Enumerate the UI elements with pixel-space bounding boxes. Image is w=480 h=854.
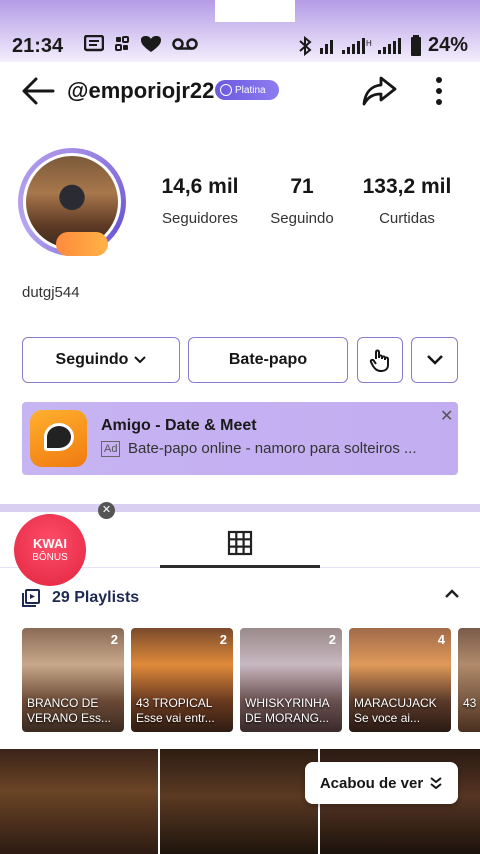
profile-username: dutgj544 [22, 284, 80, 301]
playlist-card[interactable]: 2 BRANCO DE VERANO Ess... [22, 628, 124, 732]
following-button[interactable]: Seguindo [22, 337, 180, 383]
chevron-down-icon [134, 356, 147, 364]
playlist-video-count: 2 [328, 632, 336, 647]
following-button-label: Seguindo [55, 351, 129, 368]
ad-title: Amigo - Date & Meet [101, 417, 257, 434]
playlist-icon [22, 589, 40, 607]
ad-description: Bate-papo online - namoro para solteiros… [128, 440, 417, 457]
playlist-title: BRANCO DE VERANO Ess... [27, 696, 112, 725]
profile-handle: @emporiojr22 [67, 78, 215, 103]
settings-app-icon [115, 36, 129, 51]
playlist-title: MARACUJACK Se voce ai... [354, 696, 437, 725]
kwai-bonus-line1: KWAI [33, 536, 67, 551]
video-thumbnail[interactable] [0, 749, 158, 854]
following-count: 71 [290, 175, 314, 198]
stat-followers[interactable]: 14,6 mil Seguidores [152, 175, 248, 227]
likes-label: Curtidas [379, 210, 435, 227]
status-notification-icons [84, 35, 198, 53]
playlist-card[interactable]: 43 SC [458, 628, 480, 732]
bluetooth-icon [299, 35, 312, 56]
chat-button[interactable]: Bate-papo [188, 337, 348, 383]
likes-count: 133,2 mil [362, 175, 452, 198]
heart-app-icon [141, 36, 161, 52]
back-arrow-icon [22, 77, 55, 105]
recently-watched-label: Acabou de ver [319, 774, 424, 792]
playlist-title: 43 TROPICAL Esse vai entr... [136, 696, 215, 725]
svg-text:H: H [366, 39, 372, 48]
ad-tag: Ad [101, 441, 121, 457]
signal-icon [377, 37, 401, 54]
platinum-badge[interactable]: Platina [215, 80, 279, 100]
tab-videos-grid[interactable] [160, 520, 320, 568]
battery-icon [410, 34, 421, 56]
kwai-bonus-line2: BÔNUS [32, 552, 68, 563]
share-button[interactable] [361, 74, 397, 108]
signal-icon: H [341, 37, 372, 54]
following-label: Seguindo [270, 210, 334, 227]
recently-watched-button[interactable]: Acabou de ver [305, 762, 458, 804]
battery-percent: 24% [427, 34, 468, 56]
stat-following[interactable]: 71 Seguindo [262, 175, 342, 227]
voicemail-icon [172, 38, 198, 50]
expand-suggestions-button[interactable] [411, 337, 458, 383]
double-chevron-down-icon [430, 777, 442, 790]
status-bar: 21:34 H 24% [0, 0, 480, 62]
followers-count: 14,6 mil [161, 175, 239, 198]
badge-icon [220, 84, 232, 96]
avatar[interactable] [18, 148, 128, 258]
profile-header: @emporiojr22 Platina [0, 62, 480, 120]
more-vertical-icon [436, 77, 442, 105]
video-thumbnail[interactable] [160, 749, 318, 854]
playlists-count-label: 29 Playlists [52, 589, 140, 606]
playlist-video-count: 4 [437, 632, 445, 647]
more-options-button[interactable] [424, 74, 454, 108]
ad-banner[interactable]: Amigo - Date & Meet Ad Bate-papo online … [22, 402, 458, 475]
kwai-bonus-button[interactable]: KWAI BÔNUS [14, 514, 86, 586]
playlist-video-count: 2 [110, 632, 118, 647]
playlist-title: 43 SC [463, 696, 480, 710]
playlist-card[interactable]: 2 WHISKYRINHA DE MORANG... [240, 628, 342, 732]
followers-label: Seguidores [162, 210, 238, 227]
chevron-down-icon [426, 355, 443, 365]
grid-icon [227, 530, 253, 556]
playlist-title: WHISKYRINHA DE MORANG... [245, 696, 330, 725]
share-arrow-icon [362, 76, 397, 106]
tap-button[interactable] [357, 337, 403, 383]
ad-app-logo [30, 410, 87, 467]
close-icon[interactable]: ✕ [98, 502, 115, 519]
back-button[interactable] [20, 74, 56, 108]
section-divider [0, 504, 480, 512]
hand-tap-icon [369, 349, 389, 372]
playlist-thumbnail [458, 628, 480, 732]
chevron-up-icon[interactable] [444, 588, 460, 600]
chat-bubble-icon [44, 423, 74, 451]
avatar-live-decoration [56, 232, 108, 256]
wifi-icon [319, 39, 333, 54]
playlists-header[interactable]: 29 Playlists [22, 586, 460, 610]
close-icon[interactable]: ✕ [440, 406, 453, 426]
chat-button-label: Bate-papo [228, 351, 308, 368]
playlist-card[interactable]: 2 43 TROPICAL Esse vai entr... [131, 628, 233, 732]
playlists-carousel[interactable]: 2 BRANCO DE VERANO Ess... 2 43 TROPICAL … [22, 628, 480, 732]
playlist-video-count: 2 [219, 632, 227, 647]
status-bar-highlight [215, 0, 295, 22]
status-system-icons: H 24% [298, 34, 468, 57]
tab-active-indicator [160, 565, 320, 568]
playlist-card[interactable]: 4 MARACUJACK Se voce ai... [349, 628, 451, 732]
message-icon [84, 35, 104, 52]
status-time: 21:34 [12, 35, 64, 57]
stat-likes[interactable]: 133,2 mil Curtidas [354, 175, 460, 227]
badge-label: Platina [235, 84, 266, 96]
